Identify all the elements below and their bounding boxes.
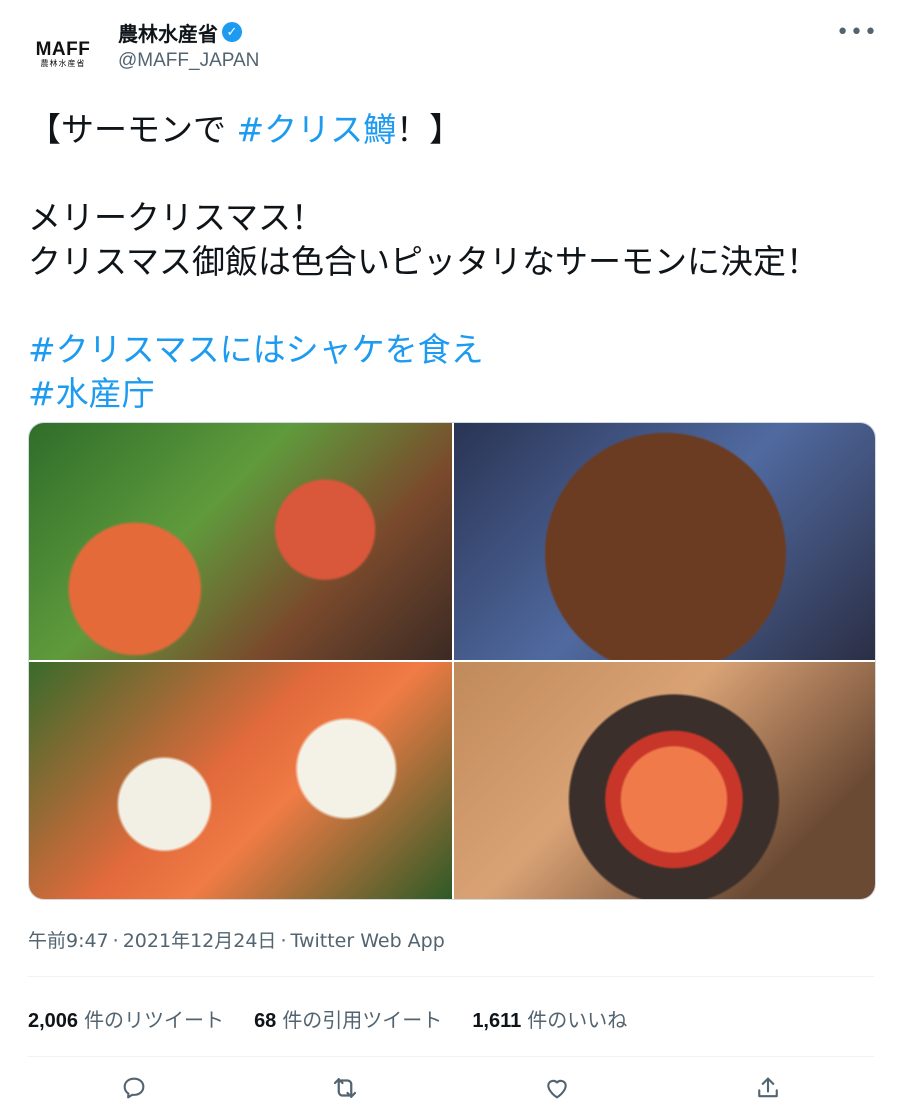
tweet-date[interactable]: 2021年12月24日 bbox=[123, 930, 277, 952]
quotes-label: 件の引用ツイート bbox=[282, 1008, 443, 1032]
hashtag-link-christmas-shake[interactable]: #クリスマスにはシャケを食え bbox=[28, 330, 484, 369]
tweet-text: 【サーモンで #クリス鱒！】 メリークリスマス！ クリスマス御飯は色合いピッタリ… bbox=[28, 108, 888, 416]
hashtag-link-suisancho[interactable]: #水産庁 bbox=[28, 374, 155, 413]
likes-label: 件のいいね bbox=[527, 1008, 628, 1032]
author-block: 農林水産省 ✓ @MAFF_JAPAN bbox=[118, 18, 259, 72]
more-options-icon[interactable]: ••• bbox=[836, 20, 878, 45]
tweet-stats: 2,006 件のリツイート 68 件の引用ツイート 1,611 件のいいね bbox=[28, 1004, 627, 1033]
photo-salmon-snowman-closeup[interactable] bbox=[29, 662, 452, 899]
quotes-count: 68 bbox=[254, 1010, 277, 1032]
meta-separator: · bbox=[280, 930, 287, 952]
maff-logo-subtext: 農林水産省 bbox=[40, 59, 86, 68]
author-display-name[interactable]: 農林水産省 bbox=[118, 18, 218, 47]
tweet-source-app[interactable]: Twitter Web App bbox=[290, 930, 444, 952]
tweet-line-3: クリスマス御飯は色合いピッタリなサーモンに決定！ bbox=[28, 242, 820, 281]
heart-icon bbox=[546, 1079, 567, 1099]
maff-logo-text: MAFF bbox=[35, 39, 91, 60]
retweet-button[interactable] bbox=[325, 1068, 365, 1108]
likes-count: 1,611 bbox=[472, 1010, 522, 1032]
verified-badge-icon: ✓ bbox=[222, 22, 242, 42]
reply-icon bbox=[123, 1077, 145, 1099]
action-bar bbox=[28, 1068, 874, 1108]
divider bbox=[28, 976, 874, 977]
photo-salad-salmon-snowman[interactable] bbox=[29, 423, 452, 660]
meta-separator: · bbox=[112, 930, 119, 952]
tweet-line-1-post: ！】 bbox=[396, 110, 463, 149]
tweet-line-1: 【サーモンで #クリス鱒！】 bbox=[28, 108, 888, 152]
tweet-line-1-pre: 【サーモンで bbox=[28, 110, 237, 149]
author-name-row[interactable]: 農林水産省 ✓ bbox=[118, 18, 259, 46]
share-button[interactable] bbox=[748, 1068, 788, 1108]
divider bbox=[28, 1056, 874, 1057]
tweet-line-2: メリークリスマス！ bbox=[28, 198, 325, 237]
avatar[interactable]: MAFF 農林水産省 bbox=[26, 18, 100, 92]
photo-salmon-crackers-platter[interactable] bbox=[454, 423, 875, 660]
reply-button[interactable] bbox=[114, 1068, 154, 1108]
tweet-time[interactable]: 午前9:47 bbox=[28, 930, 109, 952]
tweet-meta: 午前9:47 · 2021年12月24日 · Twitter Web App bbox=[28, 926, 445, 953]
likes-stat[interactable]: 1,611 件のいいね bbox=[472, 1004, 627, 1033]
quotes-stat[interactable]: 68 件の引用ツイート bbox=[254, 1004, 442, 1033]
hashtag-link-chris-masu[interactable]: #クリス鱒 bbox=[237, 110, 397, 149]
photo-salmon-ikura-rice-pot[interactable] bbox=[454, 662, 875, 899]
share-icon bbox=[758, 1077, 779, 1098]
like-button[interactable] bbox=[537, 1068, 577, 1108]
media-grid bbox=[28, 422, 876, 900]
author-handle[interactable]: @MAFF_JAPAN bbox=[118, 50, 259, 72]
retweet-icon bbox=[334, 1078, 357, 1098]
retweets-count: 2,006 bbox=[28, 1010, 79, 1032]
retweets-label: 件のリツイート bbox=[84, 1008, 225, 1032]
retweets-stat[interactable]: 2,006 件のリツイート bbox=[28, 1004, 224, 1033]
